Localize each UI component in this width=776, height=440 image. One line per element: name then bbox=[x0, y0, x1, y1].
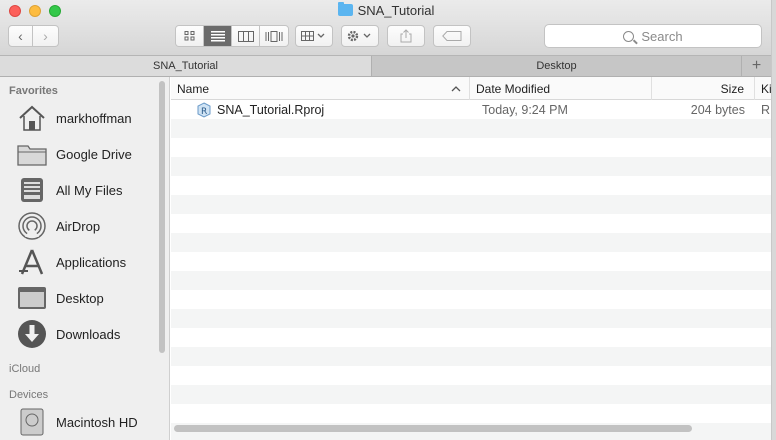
arrange-grid-icon bbox=[301, 31, 325, 41]
background-window-edge bbox=[772, 0, 776, 440]
file-name: SNA_Tutorial.Rproj bbox=[217, 102, 325, 117]
list-lines-icon bbox=[210, 30, 225, 41]
devices-header: Devices bbox=[9, 389, 49, 401]
sidebar-item-desktop[interactable]: Desktop bbox=[16, 283, 161, 313]
view-mode-control bbox=[175, 25, 289, 47]
horizontal-scrollbar[interactable] bbox=[174, 425, 692, 432]
empty-row bbox=[171, 366, 771, 385]
tab-desktop[interactable]: Desktop bbox=[372, 56, 742, 76]
airdrop-icon bbox=[16, 211, 48, 241]
empty-row bbox=[171, 195, 771, 214]
column-header-size[interactable]: Size bbox=[652, 77, 755, 100]
icon-view-button[interactable] bbox=[176, 26, 204, 46]
empty-row bbox=[171, 157, 771, 176]
column-header-row: Name Date Modified Size Ki bbox=[171, 77, 772, 100]
sidebar-item-label: Downloads bbox=[56, 326, 121, 342]
empty-row bbox=[171, 214, 771, 233]
arrange-button[interactable] bbox=[295, 25, 333, 47]
folder-icon bbox=[337, 2, 353, 16]
empty-row bbox=[171, 233, 771, 252]
sidebar-item-markhoffman[interactable]: markhoffman bbox=[16, 103, 161, 133]
file-date: Today, 9:24 PM bbox=[482, 102, 568, 117]
sidebar-item-label: All My Files bbox=[56, 182, 123, 198]
empty-row bbox=[171, 290, 771, 309]
sidebar-item-airdrop[interactable]: AirDrop bbox=[16, 211, 161, 241]
column-header-kind[interactable]: Ki bbox=[755, 77, 772, 100]
empty-row bbox=[171, 347, 771, 366]
column-header-label: Ki bbox=[761, 81, 772, 96]
column-header-label: Name bbox=[177, 81, 210, 96]
file-kind: R bbox=[761, 102, 771, 117]
rproj-icon: R bbox=[197, 100, 211, 119]
sidebar-item-downloads[interactable]: Downloads bbox=[16, 319, 161, 349]
file-list: Name Date Modified Size Ki R SNA_Tutoria… bbox=[171, 77, 772, 440]
sidebar-item-label: AirDrop bbox=[56, 218, 101, 234]
toolbar: SNA_Tutorial ‹ › Search bbox=[0, 0, 771, 56]
window-title: SNA_Tutorial bbox=[0, 2, 771, 18]
empty-row bbox=[171, 328, 771, 347]
empty-row bbox=[171, 176, 771, 195]
home-icon bbox=[16, 103, 48, 133]
applications-icon bbox=[16, 247, 48, 277]
column-header-date[interactable]: Date Modified bbox=[470, 77, 652, 100]
sidebar-scrollbar[interactable] bbox=[159, 81, 165, 353]
empty-row bbox=[171, 309, 771, 328]
downloads-icon bbox=[16, 319, 48, 349]
tag-icon bbox=[442, 31, 462, 41]
finder-window: SNA_Tutorial ‹ › Search SNA_Tutorial Des… bbox=[0, 0, 772, 440]
tab-sna-tutorial[interactable]: SNA_Tutorial bbox=[0, 56, 372, 76]
tag-button[interactable] bbox=[433, 25, 471, 47]
sidebar: Favorites markhoffman Google Drive All M… bbox=[0, 77, 170, 440]
harddrive-icon bbox=[16, 407, 48, 437]
favorites-header: Favorites bbox=[9, 85, 58, 97]
search-placeholder: Search bbox=[641, 28, 683, 44]
coverflow-view-button[interactable] bbox=[260, 26, 288, 46]
sidebar-item-applications[interactable]: Applications bbox=[16, 247, 161, 277]
sidebar-item-macintosh-hd[interactable]: Macintosh HD bbox=[16, 407, 161, 437]
window-title-text: SNA_Tutorial bbox=[357, 3, 435, 18]
empty-row bbox=[171, 271, 771, 290]
desktop-icon bbox=[16, 283, 48, 313]
sidebar-item-google-drive[interactable]: Google Drive bbox=[16, 139, 161, 169]
coverflow-icon bbox=[265, 30, 283, 42]
search-icon bbox=[623, 30, 635, 42]
icon-grid-icon bbox=[184, 31, 194, 41]
empty-row bbox=[171, 404, 771, 423]
new-tab-button[interactable]: + bbox=[742, 56, 771, 76]
search-field[interactable]: Search bbox=[544, 24, 762, 48]
list-view-button[interactable] bbox=[204, 26, 232, 46]
sidebar-item-label: Applications bbox=[56, 254, 127, 270]
tab-bar: SNA_Tutorial Desktop + bbox=[0, 56, 771, 77]
empty-row bbox=[171, 119, 771, 138]
icloud-header: iCloud bbox=[9, 363, 41, 375]
sidebar-item-label: markhoffman bbox=[56, 110, 132, 126]
back-button[interactable]: ‹ bbox=[8, 25, 33, 47]
gear-icon bbox=[347, 30, 371, 42]
action-button[interactable] bbox=[341, 25, 379, 47]
svg-text:R: R bbox=[201, 107, 207, 117]
share-button[interactable] bbox=[387, 25, 425, 47]
column-header-name[interactable]: Name bbox=[171, 77, 470, 100]
forward-button[interactable]: › bbox=[33, 25, 59, 47]
empty-row bbox=[171, 252, 771, 271]
share-icon bbox=[400, 29, 412, 43]
file-rows: R SNA_Tutorial.Rproj Today, 9:24 PM 204 … bbox=[171, 100, 771, 440]
column-view-button[interactable] bbox=[232, 26, 260, 46]
columns-icon bbox=[237, 30, 254, 42]
folder-icon bbox=[16, 139, 48, 169]
sidebar-item-all-my-files[interactable]: All My Files bbox=[16, 175, 161, 205]
sidebar-item-label: Macintosh HD bbox=[56, 414, 138, 430]
empty-row bbox=[171, 138, 771, 157]
file-size: 204 bytes bbox=[690, 102, 745, 117]
table-row[interactable]: R SNA_Tutorial.Rproj Today, 9:24 PM 204 … bbox=[171, 100, 771, 119]
column-header-label: Size bbox=[720, 81, 744, 96]
empty-row bbox=[171, 385, 771, 404]
sort-ascending-icon bbox=[451, 86, 461, 92]
sidebar-item-label: Google Drive bbox=[56, 146, 132, 162]
sidebar-item-label: Desktop bbox=[56, 290, 104, 306]
all-files-icon bbox=[16, 175, 48, 205]
column-header-label: Date Modified bbox=[476, 81, 551, 96]
